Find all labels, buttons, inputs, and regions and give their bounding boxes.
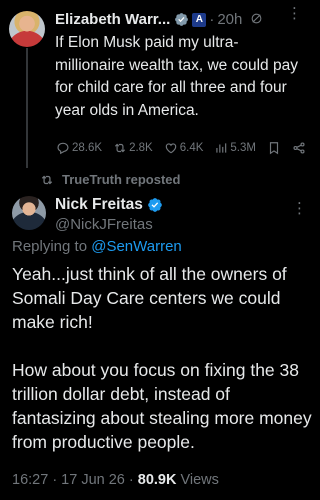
repost-icon bbox=[114, 143, 126, 153]
author-name[interactable]: Elizabeth Warr... bbox=[55, 11, 170, 28]
share-icon bbox=[293, 142, 305, 154]
action-bar: 28.6K 2.8K 6.4K 5.3M bbox=[56, 141, 317, 155]
avatar[interactable] bbox=[9, 11, 45, 47]
repost-count: 2.8K bbox=[129, 142, 153, 154]
author-handle[interactable]: @NickJFreitas bbox=[55, 216, 153, 233]
tweet-paragraph: Yeah...just think of all the owners of S… bbox=[12, 264, 287, 332]
tweet-warren[interactable]: Elizabeth Warr... A · 20h ⋮ If Elon Musk… bbox=[0, 0, 317, 168]
verified-blue-icon bbox=[148, 198, 162, 212]
views-button[interactable]: 5.3M bbox=[214, 141, 256, 155]
repost-indicator[interactable]: TrueTruth reposted bbox=[40, 172, 180, 187]
mention-link[interactable]: @SenWarren bbox=[91, 238, 182, 255]
bookmark-icon bbox=[269, 142, 279, 155]
views-count: 80.9K bbox=[137, 472, 177, 488]
avatar[interactable] bbox=[12, 196, 46, 230]
views-icon bbox=[216, 143, 227, 153]
replying-prefix: Replying to bbox=[12, 238, 92, 255]
bookmark-button[interactable] bbox=[267, 141, 281, 155]
views-label: Views bbox=[176, 472, 219, 488]
tweet-text: If Elon Musk paid my ultra-millionaire w… bbox=[55, 34, 298, 119]
author-name[interactable]: Nick Freitas bbox=[55, 196, 143, 214]
reply-button[interactable]: 28.6K bbox=[56, 141, 102, 155]
tweet-header: Elizabeth Warr... A · 20h bbox=[55, 11, 263, 28]
ghost-icon bbox=[250, 12, 263, 28]
timestamp[interactable]: 20h bbox=[217, 11, 242, 28]
flag-badge-icon: A bbox=[192, 12, 207, 27]
like-icon bbox=[165, 143, 176, 154]
repost-button[interactable]: 2.8K bbox=[113, 141, 153, 155]
timestamp[interactable]: 16:27 · 17 Jun 26 · bbox=[12, 472, 138, 488]
repost-icon bbox=[41, 175, 53, 184]
tweet-text: Yeah...just think of all the owners of S… bbox=[12, 262, 312, 478]
more-icon[interactable]: ⋮ bbox=[292, 201, 307, 216]
like-button[interactable]: 6.4K bbox=[164, 141, 204, 155]
like-count: 6.4K bbox=[179, 142, 204, 154]
more-icon[interactable]: ⋮ bbox=[287, 6, 302, 21]
share-button[interactable] bbox=[292, 141, 306, 155]
reply-count: 28.6K bbox=[72, 142, 103, 154]
replying-to: Replying to @SenWarren bbox=[12, 238, 182, 255]
author-name-row: Nick Freitas bbox=[55, 196, 163, 214]
tweet-paragraph: How about you focus on fixing the 38 tri… bbox=[12, 360, 312, 452]
separator: · bbox=[209, 11, 215, 28]
verified-grey-icon bbox=[175, 13, 189, 26]
repost-label: TrueTruth reposted bbox=[62, 172, 181, 187]
tweet-meta: 16:27 · 17 Jun 26 · 80.9K Views bbox=[12, 472, 219, 488]
reply-icon bbox=[57, 142, 69, 155]
thread-line bbox=[26, 48, 28, 168]
views-count: 5.3M bbox=[230, 142, 256, 154]
